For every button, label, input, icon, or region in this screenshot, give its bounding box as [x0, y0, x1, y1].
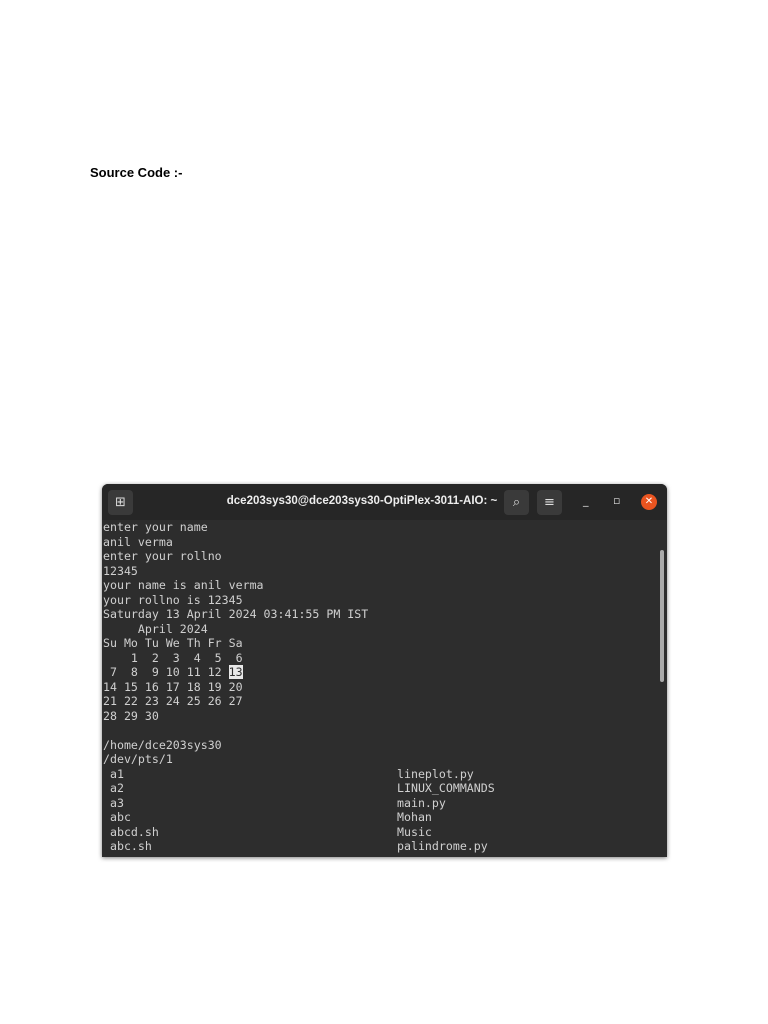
terminal-titlebar: ⊞ dce203sys30@dce203sys30-OptiPlex-3011-…: [102, 484, 667, 520]
calendar-week: 14 15 16 17 18 19 20: [103, 679, 243, 694]
output-line: 12345: [103, 563, 138, 578]
file-name: palindrome.py: [397, 839, 488, 853]
calendar-week: 1 2 3 4 5 6: [103, 650, 243, 665]
file-row: abcd.sh Music: [103, 825, 657, 840]
calendar-header: April 2024: [103, 621, 208, 636]
calendar-week: 7 8 9 10 11 12 13: [103, 665, 657, 680]
calendar-week: 28 29 30: [103, 708, 159, 723]
file-name: main.py: [397, 795, 446, 810]
search-icon[interactable]: ⌕: [504, 490, 529, 515]
file-row: a1 lineplot.py: [103, 767, 657, 782]
file-row: a3 main.py: [103, 796, 657, 811]
calendar-weekdays: Su Mo Tu We Th Fr Sa: [103, 636, 243, 650]
output-line: your rollno is 12345: [103, 592, 243, 607]
new-tab-icon[interactable]: ⊞: [108, 490, 133, 515]
calendar-today: 13: [228, 665, 243, 679]
terminal-title: dce203sys30@dce203sys30-OptiPlex-3011-AI…: [226, 495, 498, 507]
output-line: /home/dce203sys30: [103, 737, 222, 752]
file-row: a2 LINUX_COMMANDS: [103, 781, 657, 796]
terminal-output[interactable]: enter your name anil verma enter your roll…: [103, 520, 657, 857]
file-name: a3: [109, 795, 124, 810]
close-icon[interactable]: ✕: [641, 494, 657, 510]
file-name: lineplot.py: [397, 766, 474, 781]
output-line: anil verma: [103, 534, 173, 549]
file-row: abc.sh palindrome.py: [103, 839, 657, 854]
file-row: abc Mohan: [103, 810, 657, 825]
terminal-window: ⊞ dce203sys30@dce203sys30-OptiPlex-3011-…: [102, 484, 667, 857]
calendar-days: 7 8 9 10 11 12: [103, 665, 229, 679]
file-name: abc.sh: [109, 839, 152, 853]
output-line: enter your rollno: [103, 549, 222, 563]
output-line: enter your name: [103, 520, 208, 534]
file-name: abc: [109, 810, 131, 824]
scrollbar[interactable]: [660, 550, 664, 682]
minimize-icon[interactable]: _: [583, 494, 589, 507]
file-name: a2: [109, 781, 124, 795]
source-code-heading: Source Code :-: [90, 165, 183, 180]
menu-icon[interactable]: ≡: [537, 490, 562, 515]
file-name: Mohan: [397, 810, 432, 824]
file-name: LINUX_COMMANDS: [397, 781, 495, 795]
file-name: abcd.sh: [109, 824, 159, 839]
calendar-week: 21 22 23 24 25 26 27: [103, 694, 243, 708]
maximize-icon[interactable]: ▫: [613, 494, 620, 507]
output-line: Saturday 13 April 2024 03:41:55 PM IST: [103, 607, 369, 621]
file-name: a1: [109, 766, 124, 781]
file-name: Music: [397, 824, 432, 839]
output-line: your name is anil verma: [103, 578, 264, 592]
output-line: /dev/pts/1: [103, 752, 173, 766]
document-page: Source Code :- ⊞ dce203sys30@dce203sys30…: [0, 0, 768, 1024]
